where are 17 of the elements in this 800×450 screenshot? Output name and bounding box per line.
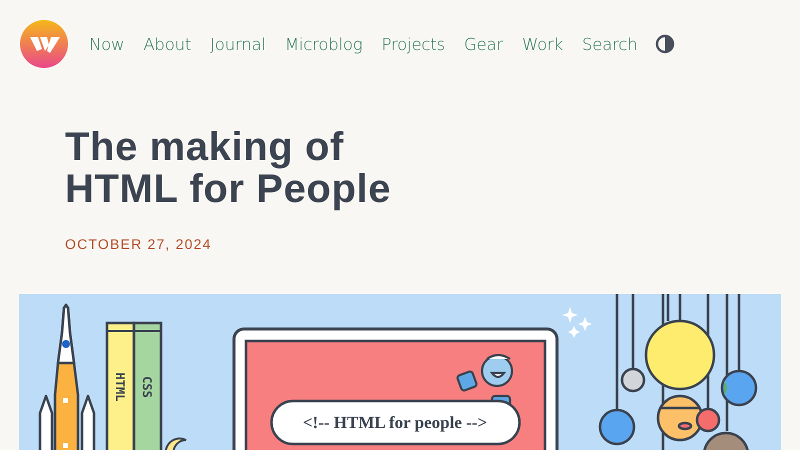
logo-icon[interactable] <box>20 20 68 68</box>
nav-link[interactable]: Microblog <box>284 34 362 54</box>
nav-link[interactable]: Projects <box>381 34 445 54</box>
sparkle-icon <box>562 307 592 338</box>
article-date: OCTOBER 27, 2024 <box>65 236 213 252</box>
nav-link[interactable]: Search <box>582 34 638 54</box>
book-spine-label: HTML <box>113 372 127 402</box>
nav-link[interactable]: Gear <box>464 34 503 54</box>
bubble-text: <!-- HTML for people --> <box>302 413 488 432</box>
book-spine-label: CSS <box>140 376 154 398</box>
theme-toggle-icon[interactable] <box>655 34 676 54</box>
nav-link[interactable]: About <box>143 34 192 54</box>
moon-icon <box>164 438 187 450</box>
article-title: The making of HTML for People <box>65 126 392 210</box>
nav-link[interactable]: Journal <box>210 34 266 54</box>
nav-link[interactable]: Now <box>89 34 124 54</box>
nav-link[interactable]: Work <box>522 34 563 54</box>
